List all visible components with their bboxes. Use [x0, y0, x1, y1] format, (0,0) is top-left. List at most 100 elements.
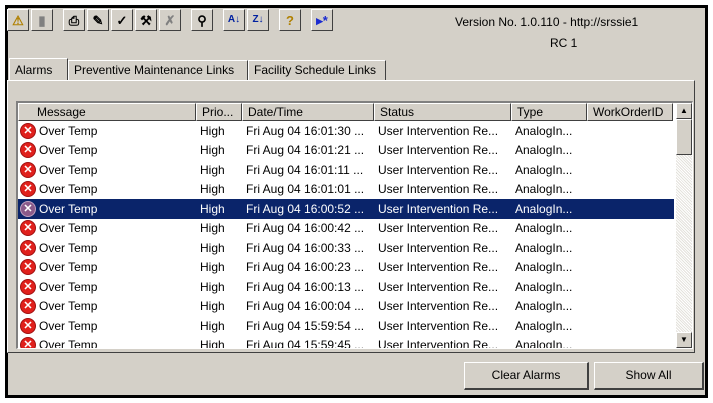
- version-label: Version No. 1.0.110 - http://srssie1: [455, 15, 639, 29]
- message-text: Over Temp: [39, 143, 98, 158]
- tab-alarms[interactable]: Alarms: [9, 58, 68, 80]
- table-row[interactable]: ✕ Over Temp High Fri Aug 04 16:00:42 ... Use…: [18, 219, 674, 239]
- sort-ascending-icon[interactable]: A↓: [223, 9, 245, 31]
- tab-facility-schedule-links[interactable]: Facility Schedule Links: [248, 60, 386, 80]
- message-text: Over Temp: [39, 260, 98, 275]
- table-row[interactable]: ✕ Over Temp High Fri Aug 04 16:00:52 ... Use…: [18, 199, 674, 219]
- filter-icon[interactable]: ▸*: [311, 9, 333, 31]
- message-text: Over Temp: [39, 182, 98, 197]
- message-cell: ✕ Over Temp: [18, 161, 196, 178]
- type-cell: AnalogIn...: [515, 260, 573, 275]
- disabled-icon[interactable]: ▮: [31, 9, 53, 31]
- table-row[interactable]: ✕ Over Temp High Fri Aug 04 16:00:33 ... Use…: [18, 238, 674, 258]
- check-icon[interactable]: ✓: [111, 9, 133, 31]
- priority-cell: High: [200, 240, 225, 255]
- column-header-status[interactable]: Status: [374, 103, 511, 121]
- table-row[interactable]: ✕ Over Temp High Fri Aug 04 16:00:04 ... Use…: [18, 297, 674, 317]
- table-row[interactable]: ✕ Over Temp High Fri Aug 04 16:01:21 ... Use…: [18, 141, 674, 161]
- status-cell: User Intervention Re...: [378, 260, 499, 275]
- status-cell: User Intervention Re...: [378, 318, 499, 333]
- message-cell: ✕ Over Temp: [18, 337, 196, 349]
- priority-cell: High: [200, 260, 225, 275]
- alarm-list[interactable]: Message Prio... Date/Time Status Type Wo…: [16, 101, 693, 349]
- datetime-cell: Fri Aug 04 16:01:21 ...: [246, 143, 365, 158]
- message-cell: ✕ Over Temp: [18, 239, 196, 256]
- type-cell: AnalogIn...: [515, 338, 573, 349]
- alarm-error-icon: ✕: [20, 181, 36, 198]
- alarm-error-icon: ✕: [20, 200, 36, 217]
- toolbar: ⚠ ▮ ⎙ ✎ ✓ ⚒ ✗ ⚲ A↓ Z↓? ▸*: [7, 8, 335, 32]
- alarm-error-icon: ✕: [20, 317, 36, 334]
- table-row[interactable]: ✕ Over Temp High Fri Aug 04 15:59:54 ... Use…: [18, 316, 674, 336]
- message-cell: ✕ Over Temp: [18, 259, 196, 276]
- table-row[interactable]: ✕ Over Temp High Fri Aug 04 16:00:13 ... Use…: [18, 277, 674, 297]
- message-text: Over Temp: [39, 201, 98, 216]
- tab-preventive-maintenance-links[interactable]: Preventive Maintenance Links: [68, 60, 248, 80]
- column-header-type[interactable]: Type: [511, 103, 587, 121]
- priority-cell: High: [200, 299, 225, 314]
- message-cell: ✕ Over Temp: [18, 122, 196, 139]
- priority-cell: High: [200, 279, 225, 294]
- vertical-scrollbar[interactable]: ▲ ▼: [676, 103, 692, 348]
- message-text: Over Temp: [39, 221, 98, 236]
- type-cell: AnalogIn...: [515, 279, 573, 294]
- table-row[interactable]: ✕ Over Temp High Fri Aug 04 16:01:01 ... Use…: [18, 180, 674, 200]
- alarm-error-icon: ✕: [20, 122, 36, 139]
- message-text: Over Temp: [39, 279, 98, 294]
- type-cell: AnalogIn...: [515, 182, 573, 197]
- message-text: Over Temp: [39, 318, 98, 333]
- scroll-thumb[interactable]: [676, 119, 692, 155]
- table-row[interactable]: ✕ Over Temp High Fri Aug 04 16:00:23 ... Use…: [18, 258, 674, 278]
- rc-label: RC 1: [550, 36, 578, 50]
- status-cell: User Intervention Re...: [378, 143, 499, 158]
- column-header-datetime[interactable]: Date/Time: [242, 103, 374, 121]
- tab-strip: Alarms Preventive Maintenance Links Faci…: [9, 58, 386, 80]
- pin-icon[interactable]: ⚲: [191, 9, 213, 31]
- print-icon[interactable]: ⎙: [63, 9, 85, 31]
- column-header-message[interactable]: Message: [18, 103, 196, 121]
- priority-cell: High: [200, 182, 225, 197]
- alarm-error-icon: ✕: [20, 337, 36, 348]
- alarm-error-icon: ✕: [20, 278, 36, 295]
- message-cell: ✕ Over Temp: [18, 200, 196, 217]
- scroll-up-icon[interactable]: ▲: [676, 103, 692, 119]
- scroll-down-icon[interactable]: ▼: [676, 332, 692, 348]
- status-cell: User Intervention Re...: [378, 221, 499, 236]
- priority-cell: High: [200, 162, 225, 177]
- status-cell: User Intervention Re...: [378, 162, 499, 177]
- clear-alarms-button[interactable]: Clear Alarms: [464, 362, 589, 390]
- priority-cell: High: [200, 318, 225, 333]
- alarm-error-icon: ✕: [20, 259, 36, 276]
- cancel-workorder-icon[interactable]: ✗: [159, 9, 181, 31]
- message-cell: ✕ Over Temp: [18, 142, 196, 159]
- status-cell: User Intervention Re...: [378, 123, 499, 138]
- message-text: Over Temp: [39, 240, 98, 255]
- message-text: Over Temp: [39, 338, 98, 349]
- list-header: Message Prio... Date/Time Status Type Wo…: [18, 103, 673, 121]
- column-header-workorderid[interactable]: WorkOrderID: [587, 103, 673, 121]
- table-row[interactable]: ✕ Over Temp High Fri Aug 04 16:01:11 ... Use…: [18, 160, 674, 180]
- edit-icon[interactable]: ✎: [87, 9, 109, 31]
- message-text: Over Temp: [39, 162, 98, 177]
- alarm-error-icon: ✕: [20, 161, 36, 178]
- sort-descending-icon[interactable]: Z↓: [247, 9, 269, 31]
- datetime-cell: Fri Aug 04 16:01:11 ...: [246, 162, 364, 177]
- datetime-cell: Fri Aug 04 16:00:42 ...: [246, 221, 365, 236]
- workorder-icon[interactable]: ⚒: [135, 9, 157, 31]
- acknowledge-icon[interactable]: ⚠: [7, 9, 29, 31]
- status-cell: User Intervention Re...: [378, 338, 499, 349]
- show-all-button[interactable]: Show All: [594, 362, 704, 390]
- type-cell: AnalogIn...: [515, 123, 573, 138]
- status-cell: User Intervention Re...: [378, 279, 499, 294]
- status-cell: User Intervention Re...: [378, 201, 499, 216]
- column-header-priority[interactable]: Prio...: [196, 103, 242, 121]
- type-cell: AnalogIn...: [515, 221, 573, 236]
- status-cell: User Intervention Re...: [378, 240, 499, 255]
- datetime-cell: Fri Aug 04 15:59:45 ...: [246, 338, 365, 349]
- table-row[interactable]: ✕ Over Temp High Fri Aug 04 15:59:45 ... Use…: [18, 336, 674, 349]
- table-row[interactable]: ✕ Over Temp High Fri Aug 04 16:01:30 ... Use…: [18, 121, 674, 141]
- type-cell: AnalogIn...: [515, 318, 573, 333]
- message-text: Over Temp: [39, 299, 98, 314]
- help-icon[interactable]: ?: [279, 9, 301, 31]
- priority-cell: High: [200, 123, 225, 138]
